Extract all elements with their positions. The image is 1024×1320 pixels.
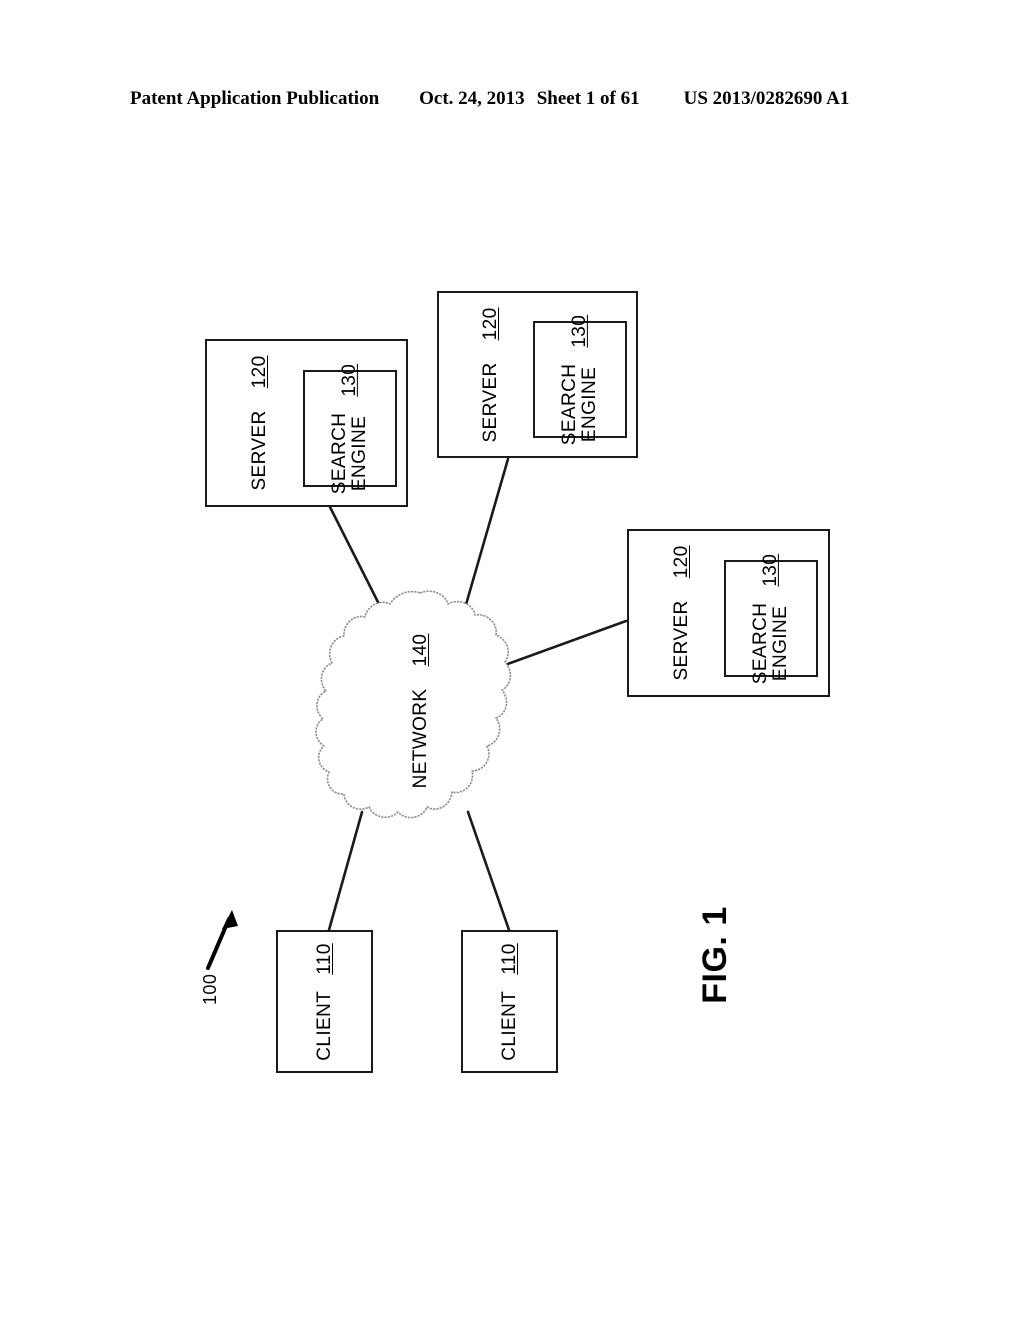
network-ref: 140	[409, 633, 431, 667]
server-2-label: SERVER	[479, 361, 501, 443]
system-callout-arrow	[206, 910, 238, 970]
figure-caption: FIG. 1	[696, 906, 734, 1004]
server-2-search-engine-label: SEARCH ENGINE	[558, 363, 600, 445]
connector-network-client2	[466, 810, 511, 932]
server-1-label: SERVER	[248, 410, 270, 491]
server-1-search-engine-label: SEARCH ENGINE	[328, 412, 370, 494]
server-3-ref: 120	[671, 545, 692, 579]
figure-diagram: 100 SERVER 120 SEARCH ENGINE 130 SERVER …	[0, 0, 1024, 1320]
network-cloud[interactable]: NETWORK 140	[315, 590, 513, 822]
client-2-label: CLIENT	[498, 990, 520, 1061]
server-2-ref: 120	[480, 306, 501, 340]
server-2-box[interactable]: SERVER 120 SEARCH ENGINE 130	[437, 291, 638, 458]
server-1-box[interactable]: SERVER 120 SEARCH ENGINE 130	[205, 339, 408, 507]
connector-server3-network	[503, 619, 628, 667]
system-reference-100: 100	[200, 973, 220, 1005]
client-2-ref: 110	[498, 942, 520, 975]
server-3-box[interactable]: SERVER 120 SEARCH ENGINE 130	[627, 529, 830, 697]
client-2-box[interactable]: CLIENT 110	[461, 930, 558, 1073]
server-3-search-engine-label: SEARCH ENGINE	[749, 602, 791, 684]
server-1-search-engine-ref: 130	[339, 363, 360, 397]
client-1-box[interactable]: CLIENT 110	[276, 930, 373, 1073]
server-2-search-engine-ref: 130	[569, 314, 590, 348]
client-1-ref: 110	[313, 942, 335, 975]
patent-figure-page: Patent Application Publication Oct. 24, …	[0, 0, 1024, 1320]
connector-server2-network	[463, 457, 510, 610]
network-label: NETWORK	[409, 688, 431, 789]
server-1-ref: 120	[249, 355, 270, 389]
client-1-label: CLIENT	[313, 990, 335, 1061]
connector-network-client1	[327, 810, 364, 932]
server-3-search-engine-ref: 130	[760, 553, 781, 587]
server-3-search-engine-box[interactable]: SEARCH ENGINE 130	[724, 553, 818, 684]
server-3-label: SERVER	[670, 600, 692, 681]
server-1-search-engine-box[interactable]: SEARCH ENGINE 130	[303, 363, 397, 494]
server-2-search-engine-box[interactable]: SEARCH ENGINE 130	[533, 314, 627, 445]
